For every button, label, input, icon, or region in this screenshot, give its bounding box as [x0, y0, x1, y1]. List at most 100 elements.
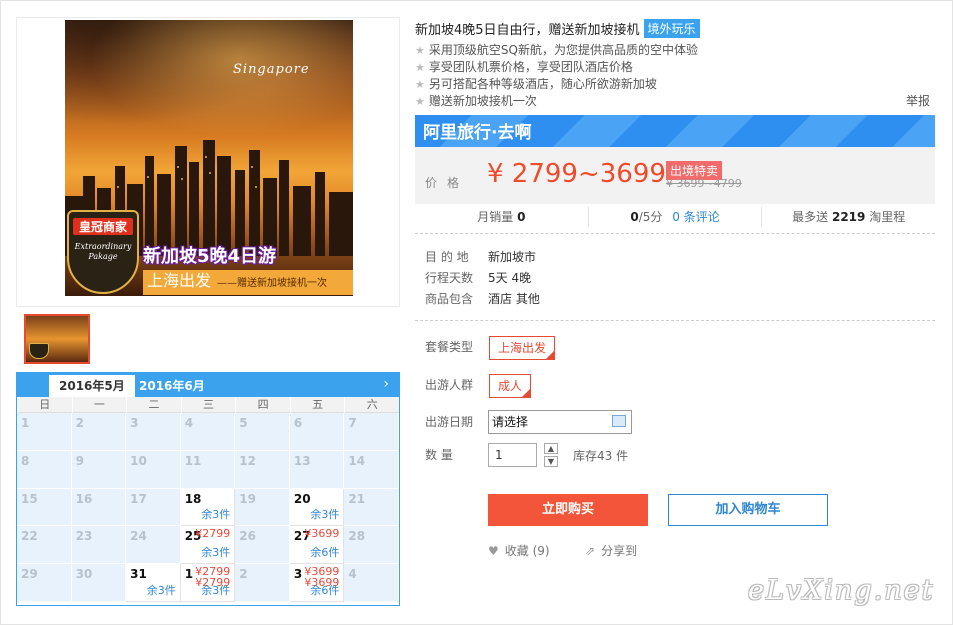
alitrip-banner: 阿里旅行·去啊: [415, 115, 935, 147]
feature-text: 赠送新加坡接机一次: [428, 94, 537, 108]
miles-value: 2219: [831, 210, 866, 224]
info-value: 5天 4晚: [488, 271, 532, 285]
report-link[interactable]: 举报: [906, 92, 930, 109]
day-price: ¥2799: [195, 527, 231, 541]
share-link[interactable]: ⇗ 分享到: [585, 542, 637, 559]
thumbnail-badge: [29, 343, 49, 359]
date-select-input[interactable]: 请选择: [488, 410, 632, 434]
calendar-day: 4: [344, 564, 399, 602]
day-number: 19: [239, 491, 256, 506]
calendar-day: 2: [235, 564, 290, 602]
crown-seller-badge: 皇冠商家 Extraordinary Pakage: [67, 210, 139, 294]
day-number: 13: [293, 453, 311, 468]
calendar-day: 17: [126, 488, 181, 527]
day-number: 9: [75, 453, 84, 468]
tab-may-2016[interactable]: 2016年5月: [49, 375, 135, 397]
main-product-image[interactable]: Singapore 皇冠商家 Extraordinary Pakage 新加坡5…: [65, 20, 353, 296]
calendar-day-available[interactable]: 3 ¥3699 ¥3699 余6件: [289, 564, 345, 602]
star-icon: ★: [415, 95, 425, 108]
calendar-day: 9: [71, 450, 127, 489]
main-image-box: Singapore 皇冠商家 Extraordinary Pakage 新加坡5…: [16, 17, 400, 307]
add-to-cart-button[interactable]: 加入购物车: [668, 494, 828, 526]
price-calendar: 2016年5月 2016年6月 › 日一二三四五六 1 2 3 4 5 6 7 8 9 10 11 1…: [16, 372, 400, 606]
weekday-label: 四: [235, 397, 290, 413]
day-number: 7: [348, 416, 357, 430]
calendar-day-available[interactable]: 27 ¥3699 余6件: [289, 526, 345, 565]
day-number: 2: [75, 416, 84, 430]
calendar-day: 24: [126, 526, 181, 565]
buy-now-button[interactable]: 立即购买: [488, 494, 648, 526]
calendar-day-available[interactable]: 18 余3件: [180, 488, 236, 527]
day-number: 11: [184, 453, 202, 468]
favorite-label: 收藏 (9): [504, 544, 550, 558]
star-icon: ★: [415, 61, 425, 74]
day-stock: 余6件: [310, 583, 340, 597]
next-month-arrow-icon[interactable]: ›: [383, 376, 389, 392]
weekday-header: 日一二三四五六: [17, 397, 399, 413]
banner-text: 阿里旅行·去啊: [423, 123, 532, 143]
calendar-day-available[interactable]: 31 余3件: [126, 564, 181, 602]
reviews-link[interactable]: 0 条评论: [672, 210, 719, 224]
calendar-day: 10: [126, 450, 181, 489]
stats-bar: 月销量 0 0/5分 0 条评论 最多送 2219 淘里程: [415, 207, 935, 227]
calendar-day: 22: [17, 526, 72, 565]
thumbnail-1[interactable]: [24, 314, 90, 364]
quantity-label: 数 量: [425, 448, 453, 462]
feature-item: ★ 享受团队机票价格，享受团队酒店价格: [415, 59, 698, 76]
calendar-day-available[interactable]: 20 余3件: [289, 488, 345, 527]
day-number: 4: [184, 416, 194, 430]
badge-title: 皇冠商家: [73, 218, 133, 235]
day-number: 4: [348, 567, 357, 582]
calendar-grid: 1 2 3 4 5 6 7 8 9 10 11 12 13 14 15 16 17 18 余3件 19 20 余3件 21 2…: [17, 413, 399, 602]
quantity-up-icon[interactable]: ▲: [544, 443, 558, 454]
calendar-day: 6: [289, 413, 345, 451]
calendar-day: 2: [71, 413, 127, 451]
calendar-day: 7: [344, 413, 399, 451]
info-row: 行程天数 5天 4晚: [425, 268, 540, 289]
feature-item: ★ 赠送新加坡接机一次: [415, 93, 698, 110]
day-number: 30: [75, 567, 93, 582]
calendar-day-available[interactable]: 25 ¥2799 余3件: [180, 526, 236, 565]
share-icon: ⇗: [585, 544, 596, 558]
favorite-link[interactable]: ♥ 收藏 (9): [488, 542, 550, 559]
hero-depart: 上海出发: [147, 271, 212, 290]
day-number: 26: [239, 529, 256, 544]
calendar-day-available[interactable]: 1 ¥2799 ¥2799 余3件: [180, 564, 236, 602]
monthly-sales-label: 月销量: [477, 210, 514, 224]
rating-value: 0: [630, 210, 639, 224]
crowd-option-adult[interactable]: 成人: [489, 374, 532, 398]
package-label: 套餐类型: [425, 340, 474, 354]
calendar-day: 1: [17, 413, 72, 451]
feature-text: 享受团队机票价格，享受团队酒店价格: [428, 60, 633, 74]
day-stock: 余3件: [146, 583, 176, 597]
day-number: 20: [293, 491, 311, 506]
price-box: 价格 ¥ 2799~3699 出境特卖 ¥ 3699~4799: [415, 147, 935, 204]
hero-depart-strip: 上海出发 ——赠送新加坡接机一次: [143, 270, 353, 295]
info-key: 目 的 地: [425, 250, 469, 264]
info-value: 新加坡市: [488, 250, 537, 264]
feature-item: ★ 采用顶级航空SQ新航，为您提供高品质的空中体验: [415, 42, 698, 59]
quantity-down-icon[interactable]: ▼: [544, 456, 558, 467]
category-tag[interactable]: 境外玩乐: [643, 19, 700, 38]
day-number: 22: [21, 529, 38, 544]
info-key: 行程天数: [425, 271, 474, 285]
day-number: 2: [239, 567, 248, 582]
day-number: 15: [21, 491, 38, 506]
stock-text: 库存43 件: [573, 449, 629, 463]
info-key: 商品包含: [425, 292, 474, 306]
monthly-sales: 月销量 0: [415, 207, 589, 227]
day-number: 12: [239, 453, 256, 468]
day-number: 6: [293, 416, 303, 430]
calendar-day: 3: [126, 413, 181, 451]
calendar-header: 2016年5月 2016年6月 ›: [17, 373, 399, 397]
product-info: 目 的 地 新加坡市 行程天数 5天 4晚 商品包含 酒店 其他: [425, 247, 540, 310]
rating: 0/5分 0 条评论: [589, 207, 763, 227]
star-icon: ★: [415, 78, 425, 91]
badge-subtitle: Extraordinary Pakage: [74, 242, 132, 261]
price-label: 价格: [425, 176, 470, 190]
package-option-shanghai[interactable]: 上海出发: [489, 336, 556, 360]
quantity-input[interactable]: 1: [488, 443, 537, 467]
calendar-icon[interactable]: [612, 415, 626, 427]
tab-june-2016[interactable]: 2016年6月: [129, 375, 215, 397]
crowd-label: 出游人群: [425, 378, 474, 392]
